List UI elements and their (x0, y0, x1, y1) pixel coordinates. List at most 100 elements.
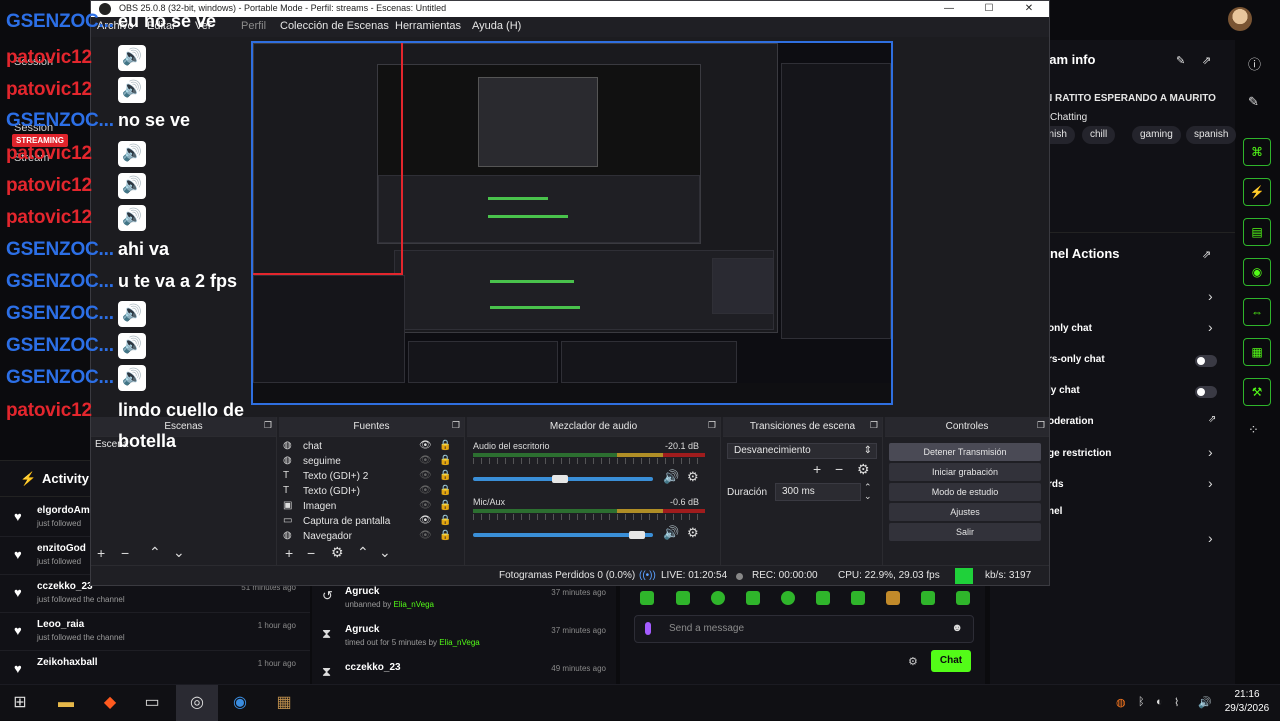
emote-icon[interactable] (781, 591, 795, 605)
start-recording-button[interactable]: Iniciar grabación (889, 463, 1041, 481)
move-up-icon[interactable]: ⌃ (149, 544, 161, 561)
menu-herramientas[interactable]: Herramientas (395, 20, 461, 32)
bluetooth-icon[interactable]: ᛒ (1138, 696, 1145, 708)
add-icon[interactable]: + (813, 461, 821, 477)
activity-user[interactable]: enzitoGod (37, 543, 86, 554)
obs-app-icon[interactable]: ◎ (185, 691, 209, 715)
lock-icon[interactable]: 🔒 (439, 515, 451, 526)
add-icon[interactable]: + (97, 545, 105, 561)
eye-off-icon[interactable]: 👁 (419, 530, 432, 541)
activity-user[interactable]: Zeikohaxball (37, 657, 98, 668)
lock-icon[interactable]: 🔒 (439, 485, 451, 496)
lock-icon[interactable]: 🔒 (439, 470, 451, 481)
windows-start-icon[interactable]: ⊞ (8, 691, 32, 715)
minimize-button[interactable]: — (929, 1, 969, 17)
source-item[interactable]: T Texto (GDI+) 2 👁 🔒 (279, 469, 465, 484)
pencil-icon[interactable]: ✎ (1176, 54, 1185, 67)
taskbar-clock[interactable]: 21:16 29/3/2026 (1222, 688, 1272, 716)
raid-icon[interactable]: ⇔ (1243, 298, 1271, 326)
activity-user[interactable]: cczekko_23 (37, 581, 93, 592)
add-icon[interactable]: + (285, 545, 293, 561)
brave-browser-icon[interactable]: ◆ (98, 691, 122, 715)
eye-off-icon[interactable]: 👁 (419, 485, 432, 496)
speaker-icon[interactable]: 🔊 (663, 469, 679, 485)
tray-app-icon[interactable]: ◍ (1116, 696, 1126, 709)
source-item[interactable]: T Texto (GDI+) 👁 🔒 (279, 484, 465, 499)
lightning-icon[interactable]: ⚡ (1243, 178, 1271, 206)
mod-log-user[interactable]: Agruck (345, 624, 379, 635)
source-item[interactable]: ◍ seguime 👁 🔒 (279, 454, 465, 469)
note-icon[interactable]: ▤ (1243, 218, 1271, 246)
layout-icon[interactable]: ▦ (1243, 338, 1271, 366)
popout-icon[interactable]: ❐ (264, 420, 272, 431)
wrench-icon[interactable]: ⚒ (1243, 378, 1271, 406)
volume-slider-knob[interactable] (552, 475, 568, 483)
mod-log-user[interactable]: Agruck (345, 586, 379, 597)
transition-select[interactable]: Desvanecimiento ⇕ (727, 443, 877, 459)
popout-icon[interactable]: ❐ (1037, 420, 1045, 431)
source-item[interactable]: ▣ Imagen 👁 🔒 (279, 499, 465, 514)
file-explorer-icon[interactable]: ▬ (54, 691, 78, 715)
chrome-icon[interactable]: ◉ (228, 691, 252, 715)
gear-icon[interactable]: ⚙ (908, 655, 918, 668)
emote-icon[interactable] (886, 591, 900, 605)
emote-icon[interactable] (640, 591, 654, 605)
send-chat-button[interactable]: Chat (931, 650, 971, 672)
terminal-icon[interactable]: ▭ (140, 691, 164, 715)
maximize-button[interactable]: ☐ (969, 1, 1009, 17)
settings-button[interactable]: Ajustes (889, 503, 1041, 521)
mod-log-user[interactable]: cczekko_23 (345, 662, 401, 673)
move-down-icon[interactable]: ⌄ (379, 544, 391, 561)
gear-icon[interactable]: ⚙ (331, 544, 344, 561)
gear-icon[interactable]: ⚙ (687, 525, 699, 541)
emote-icon[interactable] (921, 591, 935, 605)
popout-icon[interactable]: ❐ (870, 420, 878, 431)
chat-bubble-icon[interactable]: ◉ (1243, 258, 1271, 286)
volume-slider-knob[interactable] (629, 531, 645, 539)
activity-user[interactable]: Leoo_raia (37, 619, 84, 630)
remove-icon[interactable]: − (121, 545, 129, 561)
eye-off-icon[interactable]: 👁 (419, 470, 432, 481)
package-app-icon[interactable]: ▦ (272, 691, 296, 715)
exit-button[interactable]: Salir (889, 523, 1041, 541)
stop-streaming-button[interactable]: Detener Transmisión (889, 443, 1041, 461)
volume-icon[interactable]: 🔊 (1198, 696, 1212, 709)
remove-icon[interactable]: − (307, 545, 315, 561)
security-icon[interactable]: ◐ (1156, 696, 1163, 708)
clip-icon[interactable]: ⌘ (1243, 138, 1271, 166)
user-avatar[interactable] (1228, 7, 1252, 31)
eye-off-icon[interactable]: 👁 (419, 455, 432, 466)
obs-preview[interactable] (91, 37, 1049, 417)
pencil-icon[interactable]: ✎ (1248, 94, 1259, 110)
eye-icon[interactable]: 👁 (419, 515, 432, 526)
lock-icon[interactable]: 🔒 (439, 500, 451, 511)
emote-icon[interactable] (956, 591, 970, 605)
network-icon[interactable]: ⌇ (1174, 696, 1179, 709)
duration-input[interactable]: 300 ms (775, 483, 861, 501)
remove-icon[interactable]: − (835, 461, 843, 477)
emote-icon[interactable] (816, 591, 830, 605)
gear-icon[interactable]: ⚙ (687, 469, 699, 485)
emoji-icon[interactable]: ☻ (951, 622, 963, 634)
move-up-icon[interactable]: ⌃ (357, 544, 369, 561)
external-link-icon[interactable]: ⇗ (1202, 54, 1211, 67)
emote-icon[interactable] (711, 591, 725, 605)
gear-icon[interactable]: ⚙ (857, 461, 870, 478)
emote-icon[interactable] (746, 591, 760, 605)
menu-ayuda[interactable]: Ayuda (H) (472, 20, 521, 32)
external-link-icon[interactable]: ⇗ (1202, 248, 1211, 261)
source-item[interactable]: ◍ Navegador 👁 🔒 (279, 529, 465, 544)
toggle-switch[interactable] (1195, 355, 1217, 367)
menu-perfil[interactable]: Perfil (241, 20, 266, 32)
studio-mode-button[interactable]: Modo de estudio (889, 483, 1041, 501)
menu-coleccion[interactable]: Colección de Escenas (280, 20, 389, 32)
info-icon[interactable]: ⓘ (1248, 54, 1261, 73)
emote-icon[interactable] (676, 591, 690, 605)
volume-slider[interactable] (473, 533, 653, 537)
source-item[interactable]: ▭ Captura de pantalla 👁 🔒 (279, 514, 465, 529)
move-down-icon[interactable]: ⌄ (173, 544, 185, 561)
activity-user[interactable]: elgordoAm (37, 505, 90, 516)
close-button[interactable]: ✕ (1009, 1, 1049, 17)
source-item[interactable]: ◍ chat 👁 🔒 (279, 439, 465, 454)
eye-off-icon[interactable]: 👁 (419, 500, 432, 511)
